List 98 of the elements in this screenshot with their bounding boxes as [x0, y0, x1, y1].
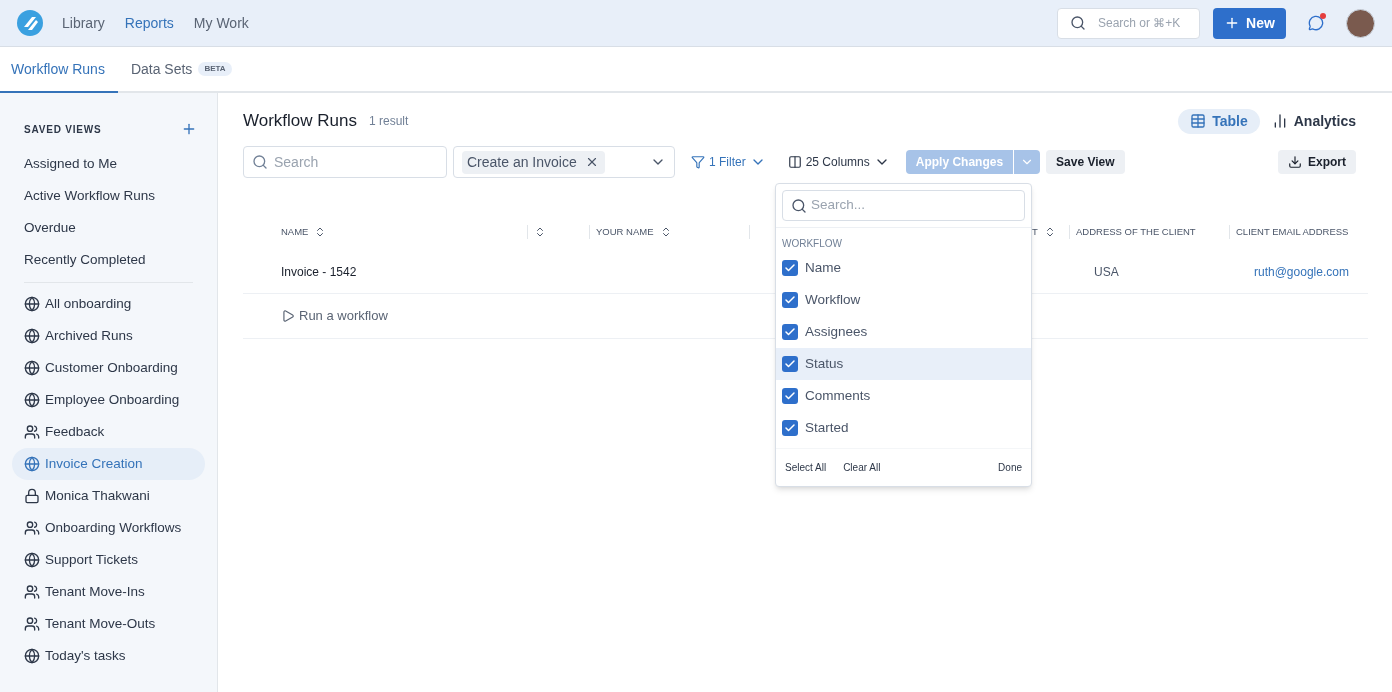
sidebar-item[interactable]: Feedback: [12, 416, 205, 448]
search-placeholder: Search or ⌘+K: [1098, 15, 1181, 32]
column-option[interactable]: Started: [776, 412, 1031, 444]
search-icon: [1070, 15, 1086, 31]
columns-icon: [787, 155, 802, 169]
messages-button[interactable]: [1306, 13, 1326, 33]
lock-icon: [24, 488, 40, 504]
columns-button[interactable]: 25 Columns: [787, 153, 890, 171]
checkbox[interactable]: [782, 388, 798, 404]
sidebar-heading: SAVED VIEWS: [24, 122, 102, 137]
run-workflow-link[interactable]: Run a workflow: [281, 306, 388, 326]
globe-icon: [24, 552, 40, 568]
column-header[interactable]: T: [1032, 224, 1038, 240]
option-label: Started: [805, 418, 849, 437]
chat-icon: [1308, 15, 1324, 31]
checkbox[interactable]: [782, 260, 798, 276]
clear-all-button[interactable]: Clear All: [843, 460, 881, 475]
sidebar-item[interactable]: Monica Thakwani: [12, 480, 205, 512]
checkbox[interactable]: [782, 292, 798, 308]
save-view-button[interactable]: Save View: [1046, 150, 1125, 174]
globe-icon: [24, 456, 40, 472]
tab[interactable]: Data Sets BETA: [119, 47, 243, 93]
sidebar-item[interactable]: Active Workflow Runs: [12, 180, 205, 212]
column-header[interactable]: NAME: [281, 224, 309, 240]
column-option[interactable]: Comments: [776, 380, 1031, 412]
column-option[interactable]: Status: [776, 348, 1031, 380]
filter-icon: [691, 155, 705, 169]
download-icon: [1288, 155, 1302, 169]
table-cell-text: USA: [1093, 263, 1120, 281]
option-label: Workflow: [805, 290, 861, 309]
sidebar-item[interactable]: Tenant Move-Outs: [12, 608, 205, 640]
sidebar-item[interactable]: Archived Runs: [12, 320, 205, 352]
email-link[interactable]: ruth@google.com: [1247, 262, 1349, 281]
checkbox[interactable]: [782, 420, 798, 436]
add-view-icon[interactable]: [181, 121, 197, 137]
check-icon: [784, 358, 796, 370]
sidebar-item[interactable]: Onboarding Workflows: [12, 512, 205, 544]
result-count: 1 result: [369, 113, 409, 130]
globe-icon: [24, 360, 40, 376]
sidebar-item[interactable]: Support Tickets: [12, 544, 205, 576]
view-toggle[interactable]: Table: [1178, 108, 1260, 134]
sidebar-item[interactable]: Employee Onboarding: [12, 384, 205, 416]
option-label: Status: [805, 354, 844, 373]
export-button[interactable]: Export: [1278, 150, 1356, 174]
sort-icon[interactable]: [534, 226, 546, 238]
column-header[interactable]: CLIENT EMAIL ADDRESS: [1236, 224, 1349, 240]
page-title: Workflow Runs: [243, 110, 357, 133]
table-cell[interactable]: Invoice - 1542: [281, 262, 545, 281]
check-icon: [784, 326, 796, 338]
checkbox[interactable]: [782, 356, 798, 372]
new-button[interactable]: New: [1213, 7, 1286, 39]
sidebar-item[interactable]: Invoice Creation: [12, 448, 205, 480]
column-option[interactable]: Workflow: [776, 284, 1031, 316]
people-icon: [24, 424, 40, 440]
search-icon: [791, 197, 807, 214]
sidebar-item[interactable]: Tenant Move-Ins: [12, 576, 205, 608]
search-icon: [252, 154, 268, 170]
nav-link[interactable]: Library: [62, 12, 105, 34]
logo-icon: [17, 10, 43, 36]
nav-link[interactable]: Reports: [124, 12, 174, 34]
beta-badge: BETA: [198, 62, 232, 76]
globe-icon: [24, 392, 40, 408]
workflow-tag: Create an Invoice: [462, 150, 605, 174]
filter-button[interactable]: 1 Filter: [691, 153, 766, 171]
avatar[interactable]: [1346, 8, 1375, 38]
check-icon: [784, 294, 796, 306]
table-icon: [1190, 113, 1207, 129]
people-icon: [24, 584, 40, 600]
column-option[interactable]: Name: [776, 252, 1031, 284]
play-icon: [281, 309, 295, 323]
globe-icon: [24, 328, 40, 344]
people-icon: [24, 616, 40, 632]
sidebar-item[interactable]: All onboarding: [12, 288, 205, 320]
check-icon: [784, 422, 796, 434]
option-label: Assignees: [805, 322, 868, 341]
checkbox[interactable]: [782, 324, 798, 340]
group-label: WORKFLOW: [781, 237, 843, 251]
globe-icon: [24, 296, 40, 312]
apply-changes-button: Apply Changes: [905, 150, 1014, 174]
sidebar-item[interactable]: Recently Completed: [12, 244, 205, 276]
nav-link[interactable]: My Work: [193, 12, 249, 34]
sidebar-item[interactable]: Customer Onboarding: [12, 352, 205, 384]
select-all-button[interactable]: Select All: [785, 460, 827, 475]
sidebar-item[interactable]: Assigned to Me: [12, 148, 205, 180]
check-icon: [784, 390, 796, 402]
column-option[interactable]: Assignees: [776, 316, 1031, 348]
globe-icon: [24, 648, 40, 664]
option-label: Name: [805, 258, 841, 277]
option-label: Comments: [805, 386, 871, 405]
view-toggle[interactable]: Analytics: [1259, 108, 1368, 134]
sidebar-item[interactable]: Today's tasks: [12, 640, 205, 672]
column-header[interactable]: ADDRESS OF THE CLIENT: [1076, 224, 1196, 240]
sidebar-item[interactable]: Overdue: [12, 212, 205, 244]
check-icon: [784, 262, 796, 274]
people-icon: [24, 520, 40, 536]
done-button[interactable]: Done: [998, 460, 1022, 475]
workflow-select[interactable]: Create an Invoice: [453, 146, 675, 178]
column-header[interactable]: YOUR NAME: [596, 224, 654, 240]
